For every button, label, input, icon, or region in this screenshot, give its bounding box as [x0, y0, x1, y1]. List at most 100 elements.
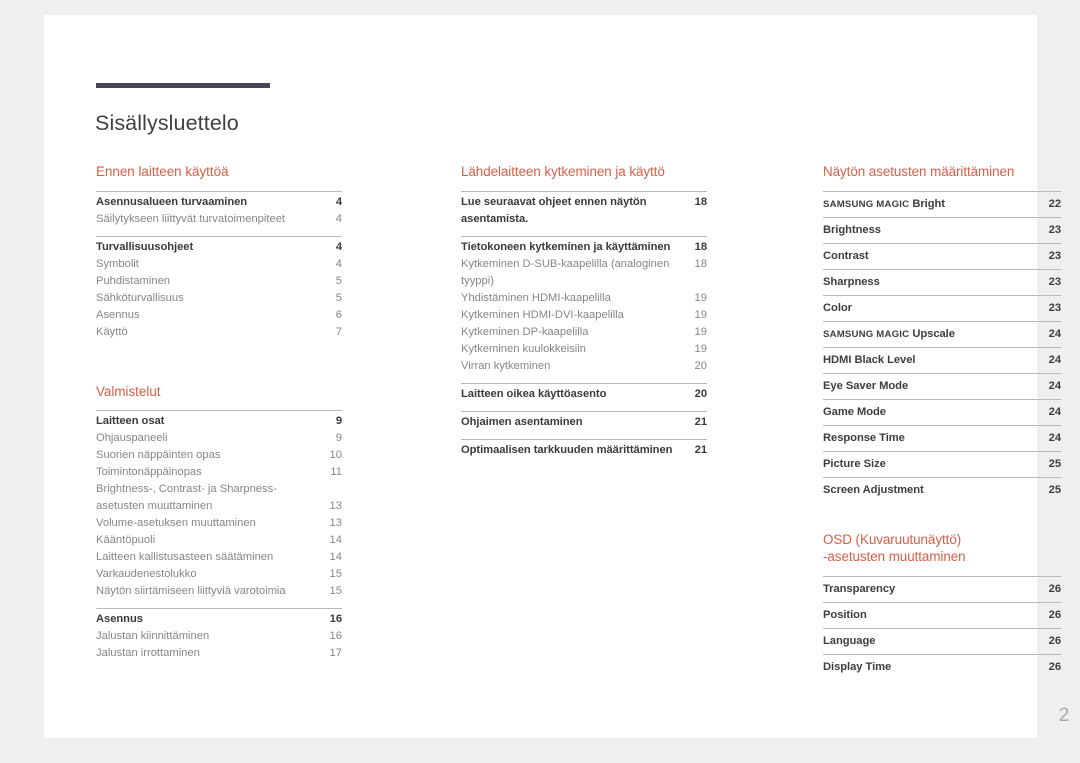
toc-entry[interactable]: Asennusalueen turvaaminen 4	[96, 194, 342, 211]
toc-entry[interactable]: Laitteen oikea käyttöasento 20	[461, 386, 707, 403]
toc-entry[interactable]: Symbolit 4	[96, 256, 342, 273]
toc-entry-page: 21	[694, 443, 707, 456]
toc-entry[interactable]: Turvallisuusohjeet 4	[96, 239, 342, 256]
toc-entry[interactable]: Game Mode 24	[823, 400, 1061, 425]
toc-entry-label: Näytön siirtämiseen liittyviä varotoimia	[96, 585, 286, 597]
toc-group: Asennus 16 Jalustan kiinnittäminen 16 Jalust…	[96, 608, 342, 662]
toc-group: Color 23	[823, 294, 1061, 321]
toc-group-list: Asennusalueen turvaaminen 4 Säilytykseen l…	[96, 190, 342, 341]
toc-entry-page: 11	[330, 466, 342, 478]
toc-entry-page: 26	[1048, 634, 1061, 647]
toc-entry-label: Säilytykseen liittyvät turvatoimenpiteet	[96, 212, 286, 225]
toc-group: Optimaalisen tarkkuuden määrittäminen 21	[461, 438, 707, 459]
toc-entry[interactable]: Näytön siirtämiseen liittyviä varotoimia…	[96, 583, 342, 600]
toc-entry-label: Jalustan irrottaminen	[96, 647, 200, 659]
toc-entry[interactable]: Contrast 23	[823, 244, 1061, 269]
toc-entry[interactable]: Display Time 26	[823, 655, 1061, 680]
toc-group-list: Lue seuraavat ohjeet ennen näytön asenta…	[461, 190, 707, 459]
toc-entry-page: 19	[694, 342, 707, 355]
toc-entry-page: 16	[329, 630, 342, 642]
toc-entry[interactable]: Ohjaimen asentaminen 21	[461, 414, 707, 431]
toc-entry-label: HDMI Black Level	[823, 353, 916, 366]
toc-entry-label: Sähköturvallisuus	[96, 291, 184, 304]
toc-entry[interactable]: Jalustan kiinnittäminen 16	[96, 628, 342, 645]
toc-entry[interactable]: Tietokoneen kytkeminen ja käyttäminen 18	[461, 239, 707, 256]
toc-entry[interactable]: Transparency 26	[823, 577, 1061, 602]
toc-entry-page: 25	[1048, 483, 1061, 496]
toc-group: Screen Adjustment 25	[823, 476, 1061, 503]
page-number: 2	[1058, 705, 1070, 726]
toc-entry-page: 25	[1048, 457, 1061, 470]
toc-entry-label-rest: Bright	[909, 197, 945, 210]
toc-entry[interactable]: Laitteen osat 9	[96, 413, 342, 430]
toc-entry-label: Asennusalueen turvaaminen	[96, 195, 248, 208]
toc-section-heading: Näytön asetusten määrittäminen	[823, 164, 1015, 179]
toc-entry-label: Yhdistäminen HDMI-kaapelilla	[461, 291, 611, 304]
toc-entry[interactable]: Kytkeminen HDMI-DVI-kaapelilla 19	[461, 307, 707, 324]
toc-entry-label: Color	[823, 301, 852, 314]
toc-entry-label: SAMSUNG MAGIC Bright	[823, 192, 945, 217]
toc-entry[interactable]: Kytkeminen DP-kaapelilla 19	[461, 324, 707, 341]
toc-entry[interactable]: Suorien näppäinten opas 10	[96, 447, 342, 464]
toc-section-heading: Lähdelaitteen kytkeminen ja käyttö	[461, 164, 665, 179]
toc-entry-label: Contrast	[823, 249, 869, 262]
toc-group: Lue seuraavat ohjeet ennen näytön asenta…	[461, 190, 707, 228]
toc-entry[interactable]: Asennus 6	[96, 307, 342, 324]
toc-entry[interactable]: Sharpness 23	[823, 270, 1061, 295]
toc-entry[interactable]: Position 26	[823, 603, 1061, 628]
toc-entry-page: 23	[1048, 275, 1061, 288]
toc-entry[interactable]: Laitteen kallistusasteen säätäminen 14	[96, 549, 342, 566]
toc-entry[interactable]: Toimintonäppäinopas 11	[96, 464, 342, 481]
toc-entry-page: 18	[694, 240, 707, 253]
toc-entry-page: 20	[694, 387, 707, 400]
toc-entry[interactable]: Kytkeminen kuulokkeisiin 19	[461, 341, 707, 358]
toc-entry[interactable]: SAMSUNG MAGIC Upscale 24	[823, 322, 1061, 347]
toc-group: Game Mode 24	[823, 398, 1061, 425]
toc-entry[interactable]: Brightness 23	[823, 218, 1061, 243]
toc-group: Tietokoneen kytkeminen ja käyttäminen 18 K…	[461, 235, 707, 375]
toc-entry[interactable]: Ohjauspaneeli 9	[96, 430, 342, 447]
toc-entry-label: Ohjaimen asentaminen	[461, 415, 583, 428]
toc-entry-label: Kytkeminen kuulokkeisiin	[461, 342, 586, 355]
toc-entry-page: 23	[1048, 301, 1061, 314]
toc-entry[interactable]: Color 23	[823, 296, 1061, 321]
toc-entry[interactable]: Asennus 16	[96, 611, 342, 628]
toc-entry-page: 4	[335, 240, 342, 253]
toc-entry-label: Kytkeminen D-SUB-kaapelilla (analoginen …	[461, 257, 670, 287]
toc-entry[interactable]: Volume-asetuksen muuttaminen 13	[96, 515, 342, 532]
toc-entry-page: 24	[1048, 431, 1061, 444]
toc-entry-page: 23	[1048, 223, 1061, 236]
toc-entry[interactable]: Lue seuraavat ohjeet ennen näytön asenta…	[461, 194, 707, 228]
toc-entry[interactable]: Brightness-, Contrast- ja Sharpness-aset…	[96, 481, 342, 515]
toc-entry[interactable]: Kytkeminen D-SUB-kaapelilla (analoginen …	[461, 256, 707, 290]
toc-entry[interactable]: Picture Size 25	[823, 452, 1061, 477]
toc-entry[interactable]: Response Time 24	[823, 426, 1061, 451]
toc-entry[interactable]: Eye Saver Mode 24	[823, 374, 1061, 399]
toc-entry[interactable]: Optimaalisen tarkkuuden määrittäminen 21	[461, 442, 707, 459]
toc-entry[interactable]: Jalustan irrottaminen 17	[96, 645, 342, 662]
toc-entry-page: 23	[1048, 249, 1061, 262]
toc-entry[interactable]: Puhdistaminen 5	[96, 273, 342, 290]
toc-entry[interactable]: Language 26	[823, 629, 1061, 654]
toc-entry-label: Suorien näppäinten opas	[96, 449, 221, 461]
toc-entry-label: Asennus	[96, 613, 143, 625]
toc-entry-page: 26	[1048, 660, 1061, 673]
toc-section-heading: Valmistelut	[96, 383, 161, 399]
toc-entry[interactable]: Käyttö 7	[96, 324, 342, 341]
toc-entry-page: 21	[694, 415, 707, 428]
toc-group: Contrast 23	[823, 242, 1061, 269]
toc-entry[interactable]: Sähköturvallisuus 5	[96, 290, 342, 307]
toc-entry-label: Laitteen kallistusasteen säätäminen	[96, 551, 274, 563]
toc-entry[interactable]: Kääntöpuoli 14	[96, 532, 342, 549]
toc-entry[interactable]: Säilytykseen liittyvät turvatoimenpiteet…	[96, 211, 342, 228]
toc-entry-label: Game Mode	[823, 405, 886, 418]
toc-entry[interactable]: Varkaudenestolukko 15	[96, 566, 342, 583]
toc-entry-page: 15	[329, 568, 342, 580]
toc-group: Transparency 26	[823, 575, 1061, 602]
toc-entry[interactable]: Screen Adjustment 25	[823, 478, 1061, 503]
toc-entry[interactable]: Yhdistäminen HDMI-kaapelilla 19	[461, 290, 707, 307]
toc-entry[interactable]: SAMSUNG MAGIC Bright 22	[823, 192, 1061, 217]
toc-entry[interactable]: HDMI Black Level 24	[823, 348, 1061, 373]
toc-entry[interactable]: Virran kytkeminen 20	[461, 358, 707, 375]
toc-group: Sharpness 23	[823, 268, 1061, 295]
